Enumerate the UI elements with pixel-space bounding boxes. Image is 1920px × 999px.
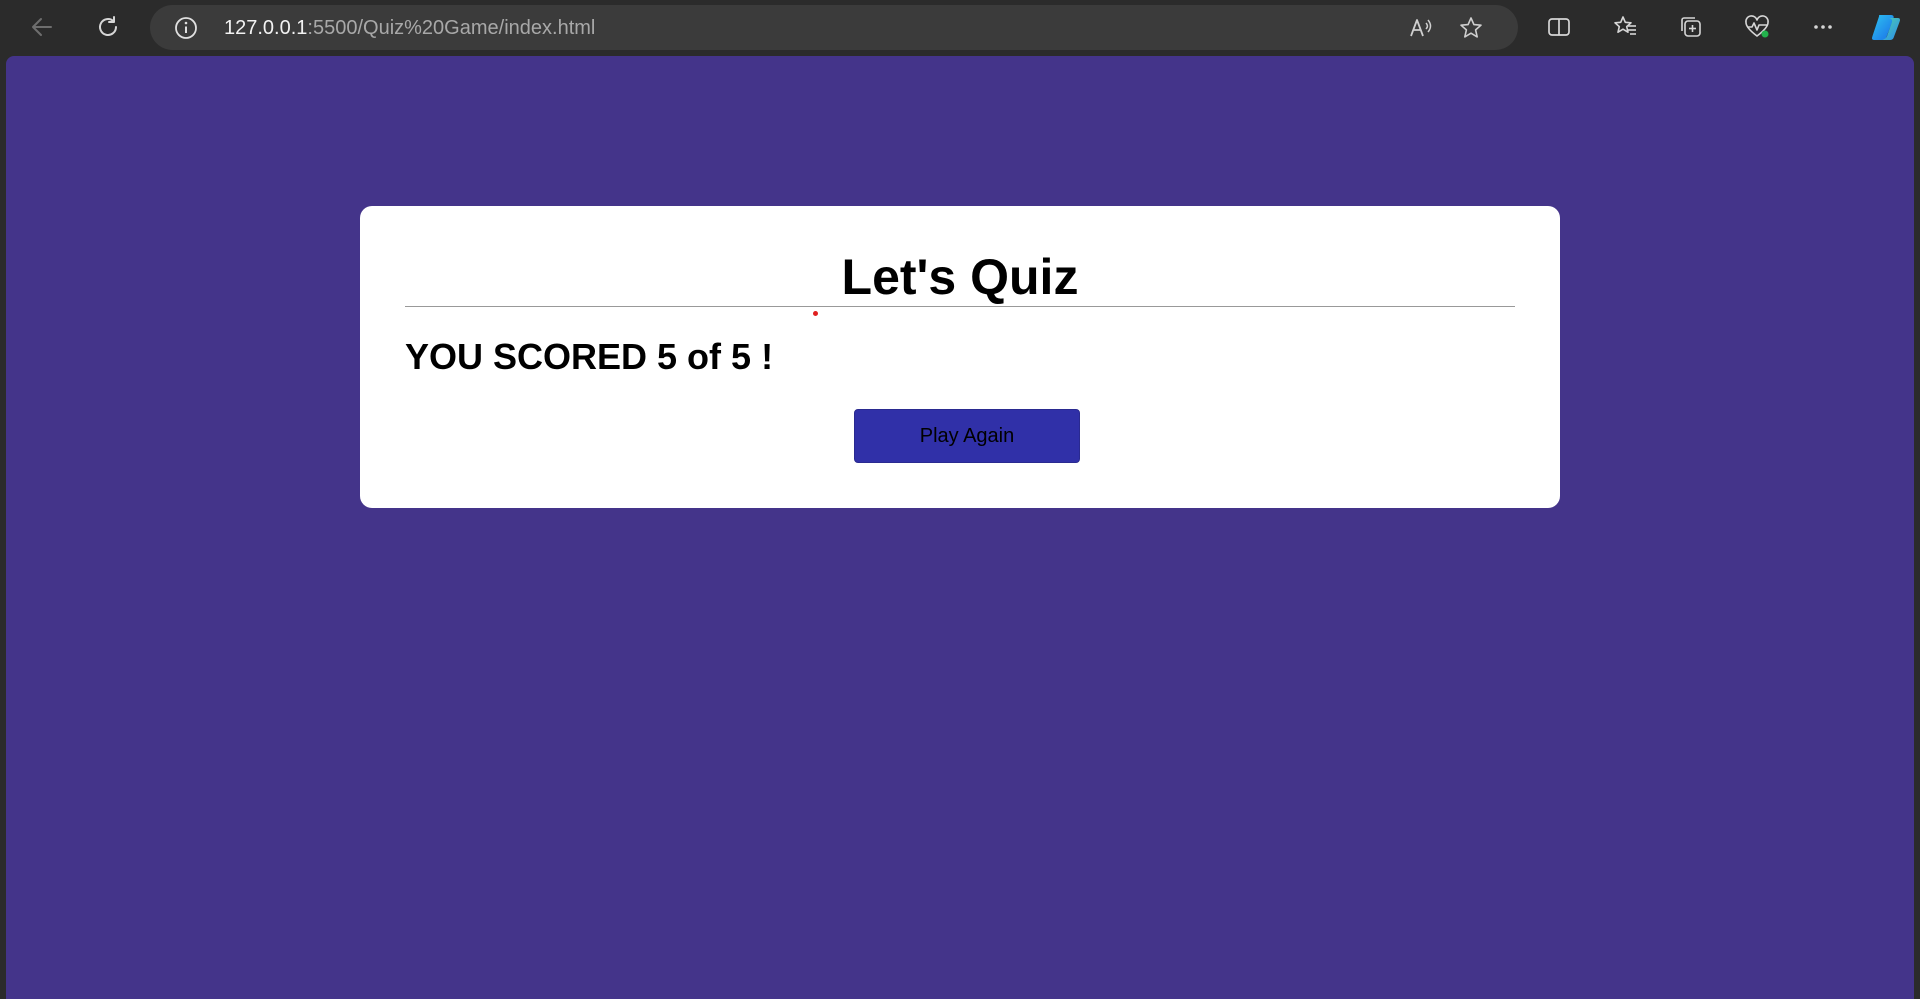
reload-button[interactable] <box>90 9 126 45</box>
performance-button[interactable] <box>1739 9 1775 45</box>
back-button[interactable] <box>24 9 60 45</box>
back-arrow-icon <box>29 14 55 40</box>
info-icon[interactable] <box>174 16 198 40</box>
star-icon[interactable] <box>1458 15 1484 41</box>
collections-icon <box>1678 14 1704 40</box>
split-screen-button[interactable] <box>1541 9 1577 45</box>
read-aloud-icon[interactable] <box>1408 15 1434 41</box>
url-text[interactable]: 127.0.0.1:5500/Quiz%20Game/index.html <box>224 17 595 39</box>
split-screen-icon <box>1546 14 1572 40</box>
favorites-icon <box>1612 14 1638 40</box>
quiz-card: Let's Quiz YOU SCORED 5 of 5 ! Play Agai… <box>360 206 1560 508</box>
address-bar[interactable]: 127.0.0.1:5500/Quiz%20Game/index.html <box>150 5 1518 50</box>
reload-icon <box>95 14 121 40</box>
title-divider <box>405 306 1515 307</box>
quiz-title: Let's Quiz <box>841 249 1079 305</box>
browser-toolbar: 127.0.0.1:5500/Quiz%20Game/index.html <box>0 0 1920 54</box>
cursor-dot <box>813 311 818 316</box>
copilot-button[interactable] <box>1868 9 1904 45</box>
more-icon <box>1810 14 1836 40</box>
copilot-icon <box>1869 11 1903 43</box>
score-text: YOU SCORED 5 of 5 ! <box>405 336 774 377</box>
url-path: :5500/Quiz%20Game/index.html <box>307 17 596 39</box>
url-host: 127.0.0.1 <box>224 17 308 39</box>
collections-button[interactable] <box>1673 9 1709 45</box>
play-again-button[interactable]: Play Again <box>854 409 1080 463</box>
more-button[interactable] <box>1805 9 1841 45</box>
page-viewport: Let's Quiz YOU SCORED 5 of 5 ! Play Agai… <box>6 56 1914 999</box>
heartbeat-icon <box>1743 14 1771 40</box>
favorites-button[interactable] <box>1607 9 1643 45</box>
